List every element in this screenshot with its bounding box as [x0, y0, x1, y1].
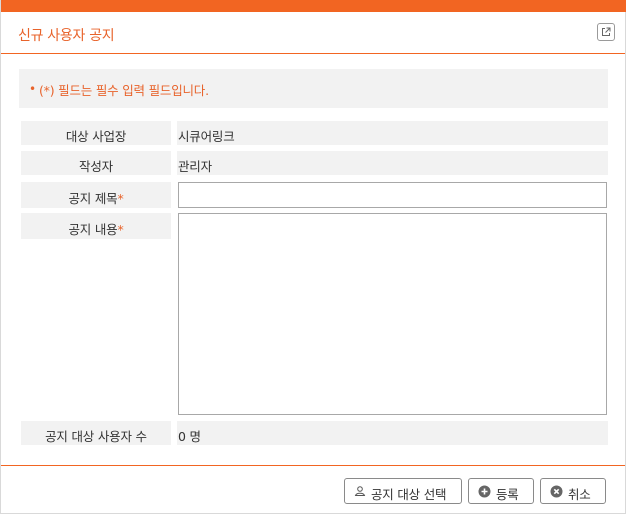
new-user-notice-dialog: 신규 사용자 공지 • (*) 필드는 필수 입력 필드입니다. 대상 사업장 … [0, 0, 626, 514]
notice-text: (*) 필드는 필수 입력 필드입니다. [39, 83, 209, 98]
notice-content-label: 공지 내용* [21, 213, 171, 239]
register-label: 등록 [496, 487, 519, 502]
cancel-label: 취소 [568, 487, 591, 502]
plus-circle-icon [478, 485, 491, 498]
notice-title-label: 공지 제목* [21, 182, 171, 208]
cancel-button[interactable]: 취소 [540, 478, 606, 504]
workplace-label: 대상 사업장 [21, 121, 171, 145]
dialog-title: 신규 사용자 공지 [18, 28, 115, 44]
footer-divider [1, 465, 625, 466]
notice-content-textarea[interactable] [178, 213, 607, 415]
workplace-value: 시큐어링크 [177, 121, 608, 145]
select-target-label: 공지 대상 선택 [371, 487, 447, 502]
dialog-top-accent-bar [1, 0, 626, 12]
target-count-value: 0 명 [177, 421, 608, 445]
select-target-button[interactable]: 공지 대상 선택 [344, 478, 462, 504]
user-icon [354, 486, 366, 496]
author-label: 작성자 [21, 151, 171, 175]
external-link-icon [602, 27, 611, 36]
close-circle-icon [550, 485, 563, 498]
notice-title-input[interactable] [178, 182, 607, 208]
register-button[interactable]: 등록 [468, 478, 534, 504]
required-mark: * [117, 222, 124, 237]
required-mark: * [117, 191, 124, 206]
notice-bullet: • [29, 82, 37, 96]
target-count-label: 공지 대상 사용자 수 [21, 421, 171, 445]
popout-button[interactable] [597, 23, 615, 41]
required-fields-notice: • (*) 필드는 필수 입력 필드입니다. [19, 69, 608, 108]
author-value: 관리자 [177, 151, 608, 175]
dialog-header: 신규 사용자 공지 [1, 12, 625, 54]
